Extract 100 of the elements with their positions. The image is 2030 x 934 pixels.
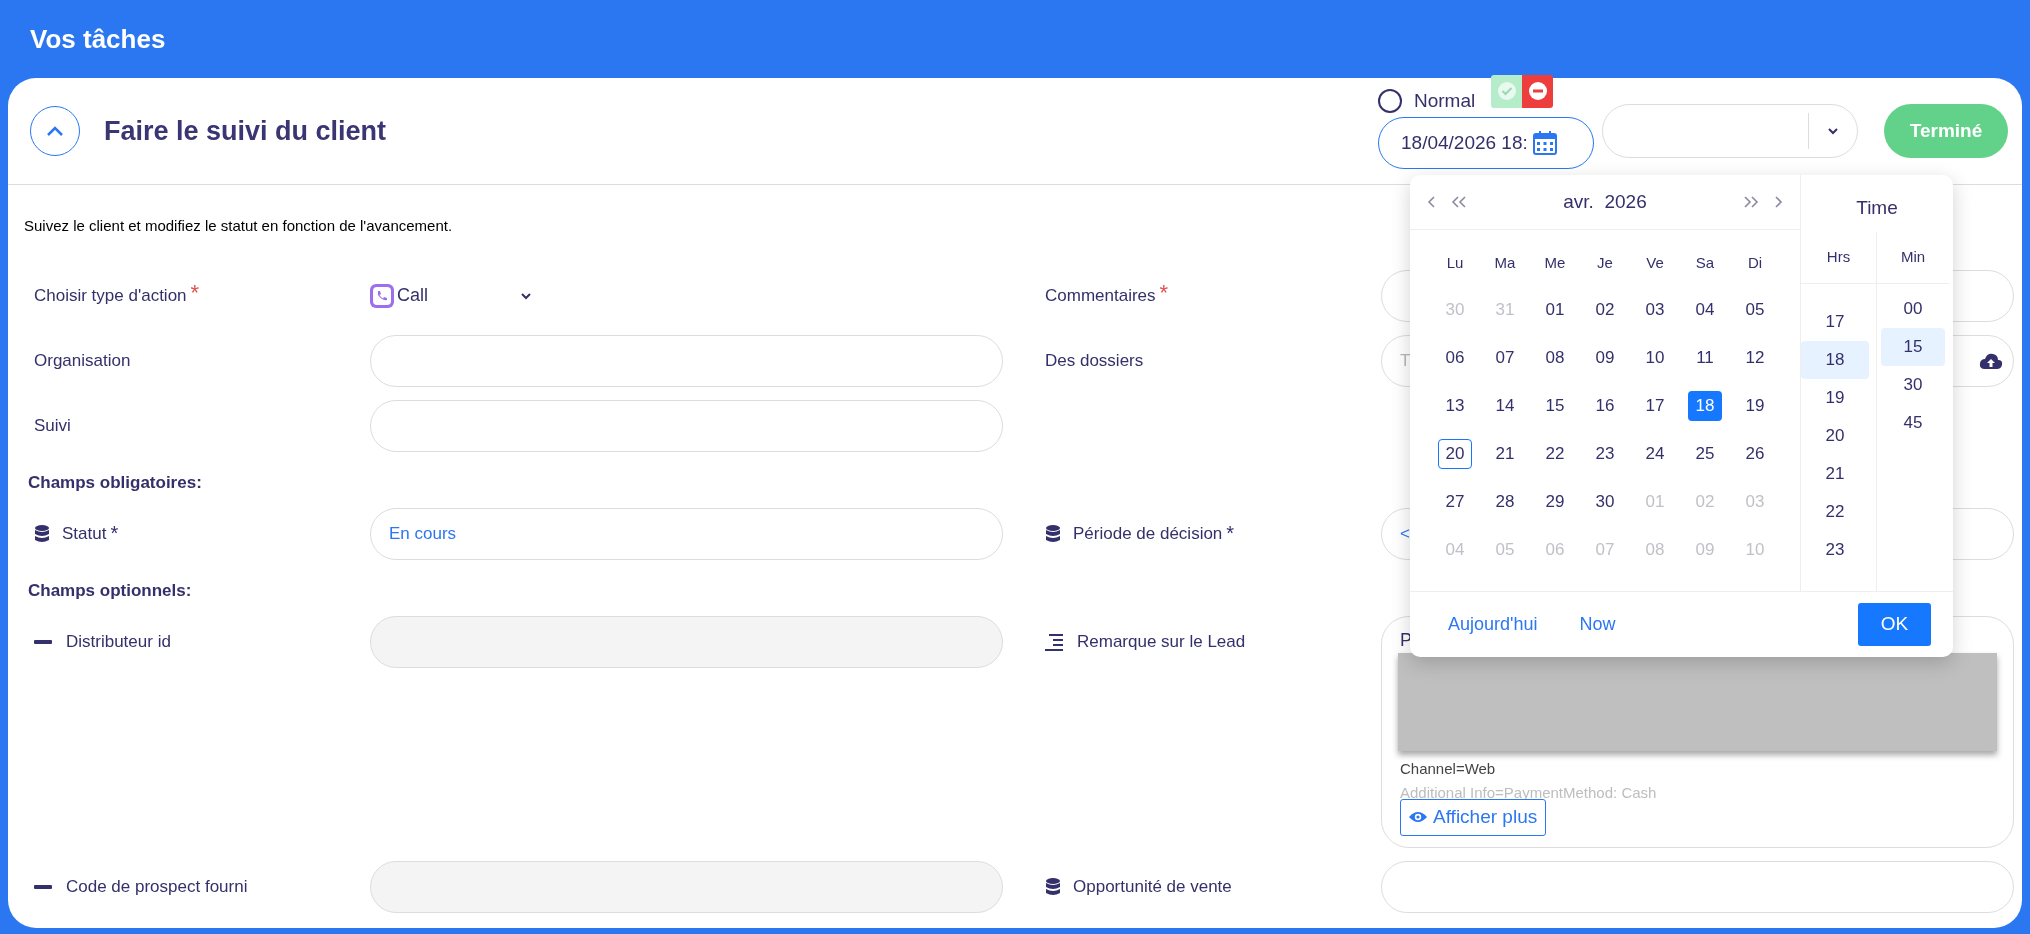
caret-icon	[520, 291, 532, 300]
weekday-label: Sa	[1694, 252, 1716, 273]
phone-icon	[370, 283, 394, 308]
hour-option[interactable]: 23	[1801, 531, 1869, 569]
date-cell[interactable]: 10	[1638, 343, 1672, 373]
minute-option[interactable]: 15	[1881, 328, 1945, 366]
show-more-button[interactable]: Afficher plus	[1400, 798, 1547, 836]
date-cell[interactable]: 22	[1538, 439, 1572, 469]
date-cell[interactable]: 07	[1488, 343, 1522, 373]
weekday-label: Ve	[1645, 252, 1665, 273]
date-cell[interactable]: 12	[1738, 343, 1772, 373]
field-label: Période de décision	[1073, 522, 1223, 545]
calendar-icon	[1531, 130, 1558, 157]
date-cell[interactable]: 24	[1638, 439, 1672, 469]
minus-circle-icon	[1527, 81, 1548, 101]
date-cell[interactable]: 17	[1638, 391, 1672, 421]
field-label: Suivi	[34, 414, 71, 437]
hours-label: Hrs	[1801, 232, 1876, 284]
month-year-label[interactable]: avr. 2026	[1468, 187, 1742, 217]
weekday-label: Je	[1596, 252, 1614, 273]
date-cell[interactable]: 14	[1488, 391, 1522, 421]
approve-button[interactable]	[1491, 74, 1523, 108]
field-label: Des dossiers	[1045, 349, 1144, 372]
date-cell[interactable]: 06	[1438, 343, 1472, 373]
previous-year-icon[interactable]	[1450, 195, 1468, 209]
time-label: Time	[1855, 195, 1899, 220]
date-cell[interactable]: 01	[1538, 295, 1572, 325]
previous-month-icon[interactable]	[1426, 195, 1438, 209]
date-cell[interactable]: 02	[1588, 295, 1622, 325]
weekday-label: Ma	[1493, 252, 1517, 273]
dash-icon	[34, 639, 52, 644]
date-cell[interactable]: 21	[1488, 439, 1522, 469]
hour-option[interactable]: 17	[1801, 303, 1869, 341]
date-cell[interactable]: 27	[1438, 487, 1472, 517]
hour-option[interactable]: 21	[1801, 455, 1869, 493]
field-label: Distributeur id	[66, 630, 171, 653]
field-label: Statut	[62, 522, 107, 545]
reject-button[interactable]	[1522, 74, 1554, 108]
date-cell[interactable]: 28	[1488, 487, 1522, 517]
date-cell[interactable]: 13	[1438, 391, 1472, 421]
eye-icon	[1409, 811, 1427, 823]
date-cell[interactable]: 25	[1688, 439, 1722, 469]
required-mark: *	[1159, 278, 1169, 307]
date-cell[interactable]: 29	[1538, 487, 1572, 517]
field-label: Remarque sur le Lead	[1077, 630, 1246, 653]
date-cell[interactable]: 05	[1738, 295, 1772, 325]
section-heading: Champs optionnels:	[28, 579, 192, 602]
dash-icon	[34, 884, 52, 889]
database-icon	[1045, 523, 1061, 544]
date-cell[interactable]: 08	[1538, 343, 1572, 373]
date-cell[interactable]: 19	[1738, 391, 1772, 421]
hour-option[interactable]: 22	[1801, 493, 1869, 531]
date-cell[interactable]: 11	[1688, 343, 1722, 373]
date-cell[interactable]: 03	[1638, 295, 1672, 325]
priority-radio[interactable]: Normal	[1378, 86, 1476, 116]
ok-button[interactable]: OK	[1858, 603, 1931, 646]
check-circle-icon	[1496, 81, 1517, 101]
hour-option[interactable]: 20	[1801, 417, 1869, 455]
chevron-up-icon	[46, 125, 64, 137]
cloud-upload-icon	[1979, 351, 2003, 370]
page-title: Vos tâches	[30, 22, 166, 56]
weekday-label: Me	[1543, 252, 1567, 273]
next-year-icon[interactable]	[1742, 195, 1760, 209]
minutes-label: Min	[1877, 232, 1949, 284]
field-label: Commentaires	[1045, 284, 1156, 307]
input-field[interactable]: En cours	[370, 507, 1003, 560]
date-cell[interactable]: 26	[1738, 439, 1772, 469]
action-type-select[interactable]: Call	[370, 269, 560, 322]
hour-option[interactable]: 18	[1801, 341, 1869, 379]
next-month-icon[interactable]	[1772, 195, 1784, 209]
field-label: Code de prospect fourni	[66, 875, 248, 898]
database-icon	[34, 523, 50, 544]
weekday-label: Di	[1746, 252, 1764, 273]
date-cell[interactable]: 16	[1588, 391, 1622, 421]
date-cell[interactable]: 23	[1588, 439, 1622, 469]
required-mark: *	[190, 278, 200, 307]
date-cell[interactable]: 04	[1688, 295, 1722, 325]
minute-option[interactable]: 45	[1881, 404, 1945, 442]
field-label: Choisir type d'action	[34, 284, 187, 307]
task-title: Faire le suivi du client	[104, 114, 387, 148]
date-cell[interactable]: 15	[1538, 391, 1572, 421]
weekday-label: Lu	[1445, 252, 1465, 273]
section-heading: Champs obligatoires:	[28, 471, 202, 494]
field-label: Organisation	[34, 349, 131, 372]
date-cell[interactable]: 20	[1438, 439, 1472, 469]
task-description: Suivez le client et modifiez le statut en fonction de l'avancement.	[24, 216, 453, 236]
minute-option[interactable]: 00	[1881, 290, 1945, 328]
date-cell[interactable]: 30	[1588, 487, 1622, 517]
caret-icon	[1827, 127, 1839, 135]
required-mark: *	[1226, 520, 1235, 546]
text-lines-icon	[1045, 632, 1063, 651]
date-cell[interactable]: 09	[1588, 343, 1622, 373]
database-icon	[1045, 876, 1061, 897]
collapse-button[interactable]	[30, 106, 80, 156]
hour-option[interactable]: 19	[1801, 379, 1869, 417]
field-label: Opportunité de vente	[1073, 875, 1232, 898]
date-cell[interactable]: 18	[1688, 391, 1722, 421]
remark-line: Channel=Web	[1400, 758, 1496, 779]
required-mark: *	[110, 520, 119, 546]
minute-option[interactable]: 30	[1881, 366, 1945, 404]
